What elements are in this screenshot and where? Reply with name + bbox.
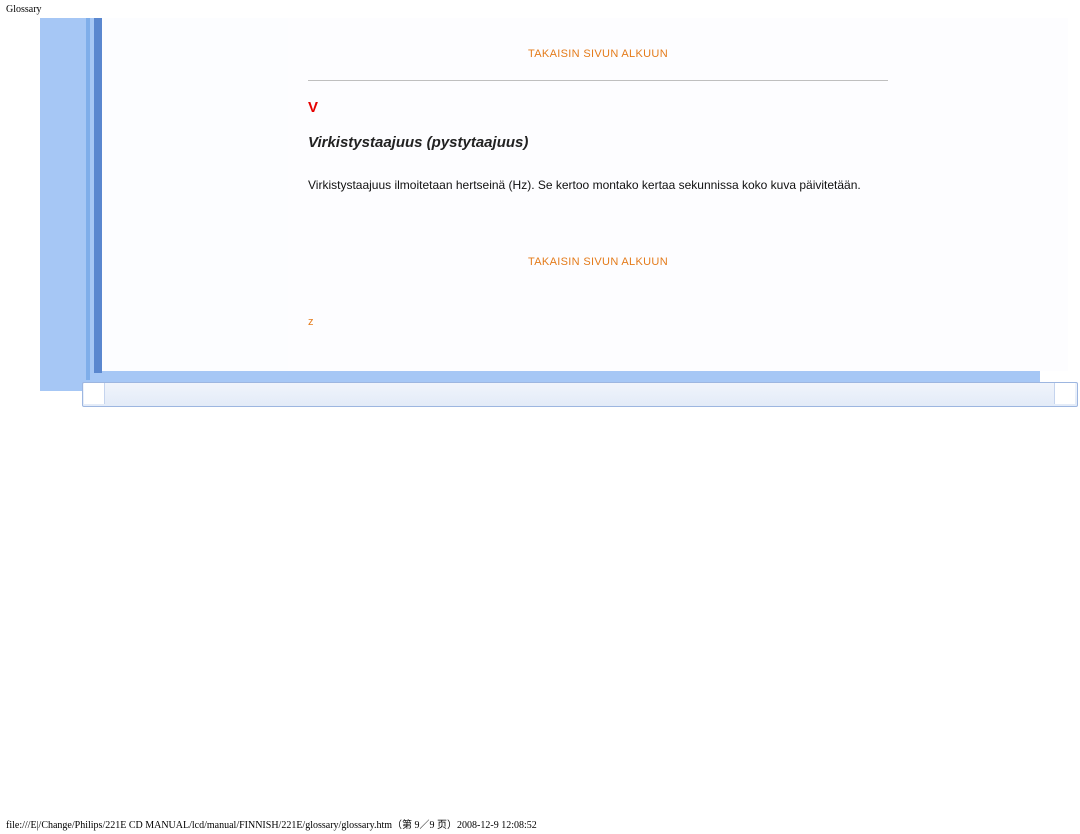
- page-small-title: Glossary: [6, 4, 42, 15]
- divider: [308, 80, 888, 81]
- term-title: Virkistystaajuus (pystytaajuus): [308, 134, 888, 151]
- back-to-top-link[interactable]: TAKAISIN SIVUN ALKUUN: [528, 48, 668, 60]
- back-to-top-link-2[interactable]: TAKAISIN SIVUN ALKUUN: [528, 256, 668, 268]
- term-body-text: Virkistystaajuus ilmoitetaan hertseinä (…: [308, 177, 888, 194]
- right-page-panel: TAKAISIN SIVUN ALKUUN V Virkistystaajuus…: [288, 18, 1068, 371]
- page-turn-bar: [82, 382, 1078, 407]
- book-frame-inner-strip: [94, 18, 102, 373]
- left-page-panel: [102, 18, 288, 371]
- letter-z-link[interactable]: z: [308, 316, 314, 328]
- page-turn-prev-button[interactable]: [84, 383, 105, 404]
- footer-file-path: file:///E|/Change/Philips/221E CD MANUAL…: [6, 816, 537, 831]
- book-frame-outer-strip: [86, 18, 90, 380]
- page-backdrop: TAKAISIN SIVUN ALKUUN V Virkistystaajuus…: [40, 18, 1040, 391]
- section-letter-v: V: [308, 99, 888, 116]
- page-turn-next-button[interactable]: [1054, 383, 1075, 404]
